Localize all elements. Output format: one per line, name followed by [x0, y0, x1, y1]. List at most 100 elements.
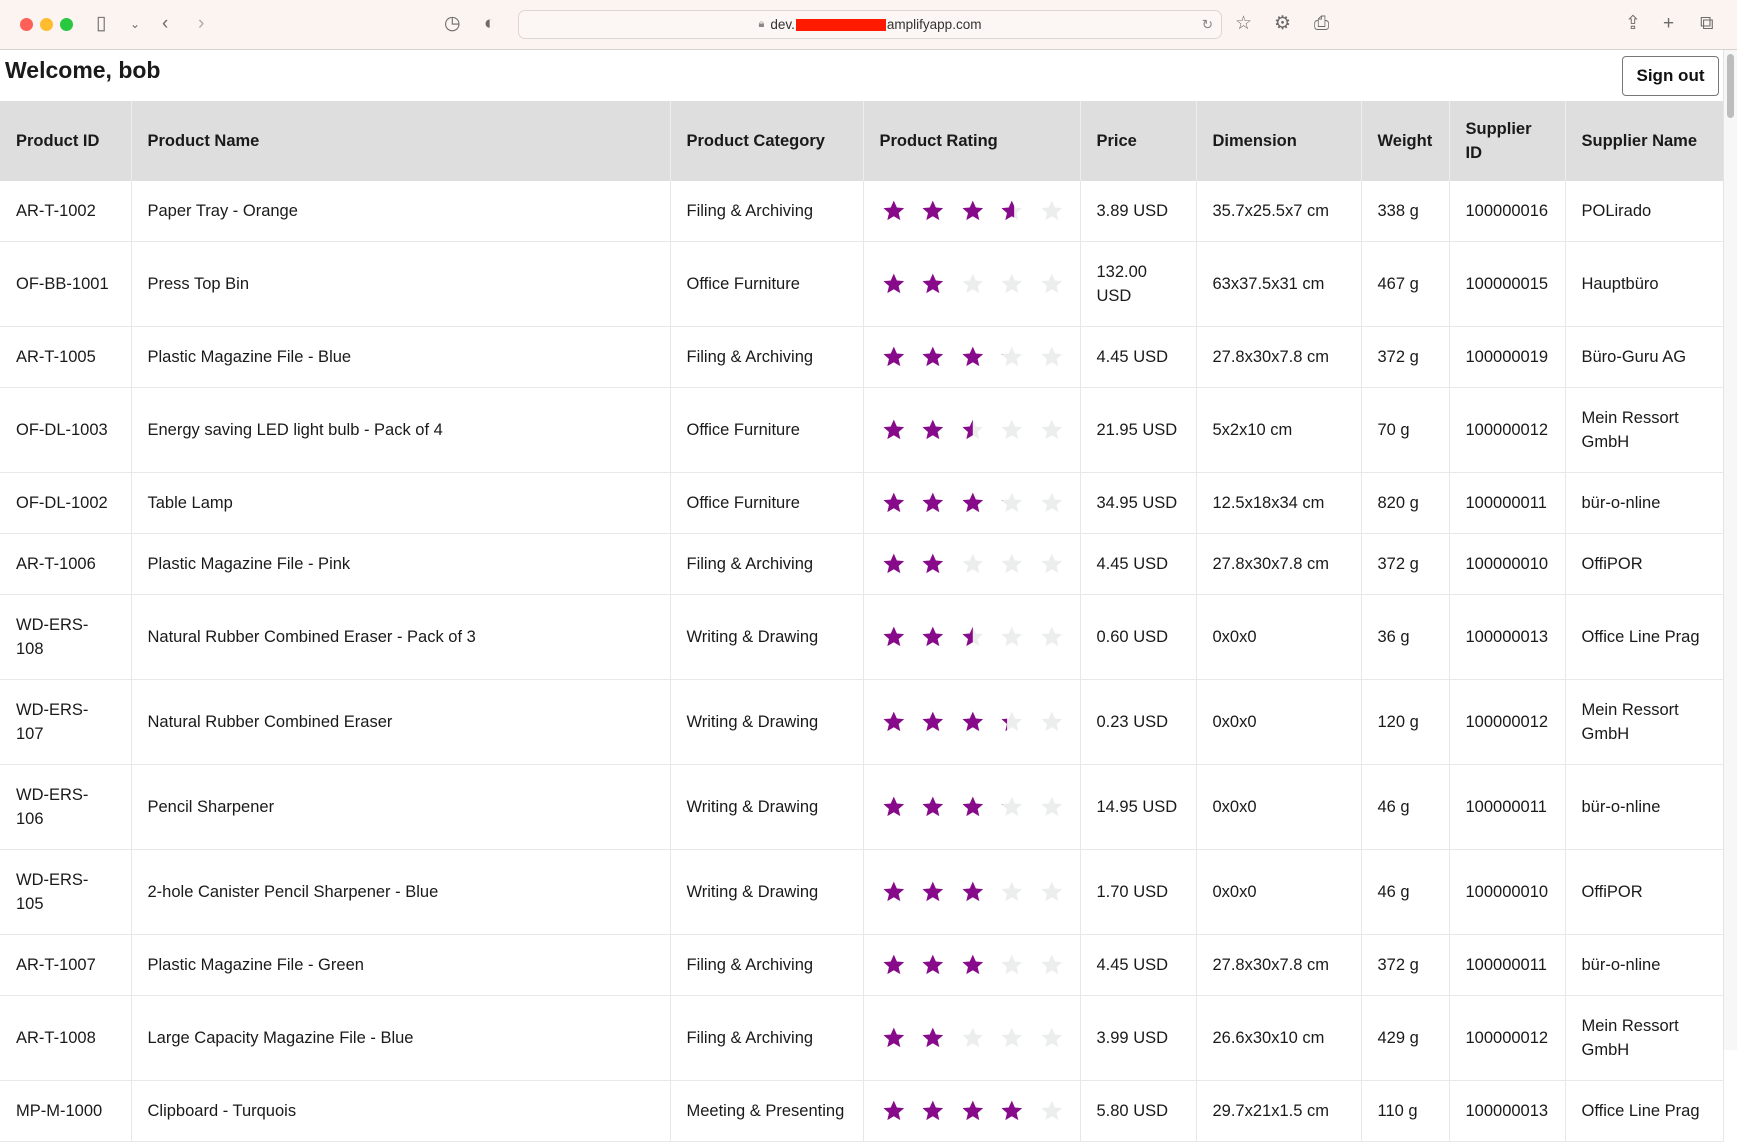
- table-row[interactable]: OF-DL-1002 Table Lamp Office Furniture 34.9…: [0, 472, 1724, 534]
- star-icon: [922, 273, 944, 294]
- table-row[interactable]: MP-M-1000 Clipboard - Turquois Meeting & P…: [0, 1080, 1724, 1142]
- table-row[interactable]: WD-ERS-107 Natural Rubber Combined Eraser…: [0, 679, 1724, 765]
- star-icon: [882, 1027, 904, 1048]
- column-header[interactable]: Product Name: [131, 101, 671, 181]
- cell-category: Filing & Archiving: [670, 181, 864, 242]
- cell-dimension: 5x2x10 cm: [1196, 387, 1362, 473]
- print-icon[interactable]: ⎙: [1314, 12, 1329, 36]
- cell-supplier: Office Line Prag: [1565, 594, 1724, 680]
- star-icon: [1001, 626, 1023, 647]
- new-tab-icon[interactable]: +: [1663, 12, 1674, 36]
- cell-supplier: bür-o-nline: [1565, 764, 1724, 850]
- bookmark-star-icon[interactable]: ☆: [1235, 12, 1252, 36]
- gear-icon[interactable]: ⚙: [1274, 12, 1291, 36]
- star-icon: [1041, 273, 1062, 294]
- cell-category: Office Furniture: [670, 472, 864, 534]
- close-window-button[interactable]: [20, 18, 33, 31]
- star-icon: [1001, 881, 1023, 902]
- star-icon: [962, 200, 983, 221]
- star-icon: [962, 419, 983, 440]
- tabs-overview-icon[interactable]: ⧉: [1700, 12, 1714, 36]
- forward-icon[interactable]: ›: [198, 12, 204, 36]
- reload-icon[interactable]: ↻: [1202, 17, 1213, 33]
- cell-supplier-id: 100000012: [1449, 679, 1566, 765]
- cell-category: Filing & Archiving: [670, 995, 864, 1081]
- star-icon: [882, 881, 904, 902]
- star-icon: [1041, 419, 1062, 440]
- table-row[interactable]: AR-T-1002 Paper Tray - Orange Filing & Arc…: [0, 181, 1724, 242]
- star-icon: [882, 419, 904, 440]
- star-icon: [962, 881, 983, 902]
- chevron-down-icon[interactable]: ⌄: [130, 12, 140, 36]
- cell-dimension: 12.5x18x34 cm: [1196, 472, 1362, 534]
- column-header[interactable]: Product Rating: [863, 101, 1081, 181]
- redacted-block: [795, 18, 886, 31]
- star-icon: [1041, 1027, 1062, 1048]
- table-row[interactable]: AR-T-1005 Plastic Magazine File - Blue Fil…: [0, 326, 1724, 388]
- shield-icon[interactable]: ◐: [484, 12, 495, 36]
- cell-dimension: 27.8x30x7.8 cm: [1196, 326, 1362, 388]
- cell-price: 5.80 USD: [1080, 1080, 1197, 1142]
- minimize-window-button[interactable]: [40, 18, 53, 31]
- column-header[interactable]: Supplier ID: [1449, 101, 1566, 181]
- products-table: Product ID Product Name Product Category Pr…: [0, 101, 1724, 1142]
- cell-category: Writing & Drawing: [670, 594, 864, 680]
- star-icon: [962, 346, 983, 367]
- star-icon: [1041, 881, 1062, 902]
- star-icon: [962, 492, 983, 513]
- cell-supplier-id: 100000016: [1449, 181, 1566, 242]
- sidebar-icon[interactable]: ▯: [96, 12, 106, 36]
- cell-name: 2-hole Canister Pencil Sharpener - Blue: [131, 849, 671, 935]
- star-icon: [882, 553, 904, 574]
- maximize-window-button[interactable]: [60, 18, 73, 31]
- star-rating: [880, 880, 1064, 904]
- table-row[interactable]: WD-ERS-105 2-hole Canister Pencil Sharpen…: [0, 849, 1724, 935]
- cell-name: Clipboard - Turquois: [131, 1080, 671, 1142]
- column-header[interactable]: Supplier Name: [1565, 101, 1724, 181]
- column-header[interactable]: Product Category: [670, 101, 864, 181]
- cell-id: WD-ERS-108: [0, 594, 132, 680]
- table-row[interactable]: WD-ERS-106 Pencil Sharpener Writing & Draw…: [0, 764, 1724, 850]
- column-header[interactable]: Weight: [1361, 101, 1450, 181]
- star-icon: [1041, 553, 1062, 574]
- cell-weight: 70 g: [1361, 387, 1450, 473]
- back-icon[interactable]: ‹: [162, 12, 168, 36]
- cell-name: Natural Rubber Combined Eraser - Pack of…: [131, 594, 671, 680]
- scrollbar[interactable]: [1723, 50, 1737, 1050]
- cell-supplier-id: 100000011: [1449, 934, 1566, 996]
- table-row[interactable]: AR-T-1008 Large Capacity Magazine File - …: [0, 995, 1724, 1081]
- scrollbar-thumb[interactable]: [1727, 54, 1734, 118]
- lock-icon: 🔒︎: [758, 18, 765, 30]
- star-icon: [1041, 711, 1062, 732]
- cell-supplier-id: 100000013: [1449, 1080, 1566, 1142]
- cell-price: 132.00 USD: [1080, 241, 1197, 327]
- table-row[interactable]: OF-BB-1001 Press Top Bin Office Furniture 1…: [0, 241, 1724, 327]
- history-icon[interactable]: ◷: [444, 12, 461, 36]
- star-icon: [962, 796, 983, 817]
- cell-price: 21.95 USD: [1080, 387, 1197, 473]
- share-icon[interactable]: ⇪: [1625, 12, 1641, 36]
- star-icon: [922, 346, 944, 367]
- cell-name: Plastic Magazine File - Pink: [131, 533, 671, 595]
- cell-weight: 120 g: [1361, 679, 1450, 765]
- star-icon: [1001, 1100, 1023, 1121]
- cell-id: WD-ERS-106: [0, 764, 132, 850]
- table-row[interactable]: OF-DL-1003 Energy saving LED light bulb -…: [0, 387, 1724, 473]
- address-bar[interactable]: 🔒︎ dev. amplifyapp.com ↻: [518, 10, 1222, 39]
- cell-category: Writing & Drawing: [670, 679, 864, 765]
- column-header[interactable]: Dimension: [1196, 101, 1362, 181]
- table-row[interactable]: AR-T-1006 Plastic Magazine File - Pink Fil…: [0, 533, 1724, 595]
- star-rating: [880, 1099, 1064, 1123]
- star-icon: [882, 626, 904, 647]
- column-header[interactable]: Product ID: [0, 101, 132, 181]
- table-row[interactable]: WD-ERS-108 Natural Rubber Combined Eraser…: [0, 594, 1724, 680]
- cell-weight: 372 g: [1361, 533, 1450, 595]
- column-header[interactable]: Price: [1080, 101, 1197, 181]
- sign-out-button[interactable]: Sign out: [1622, 56, 1719, 96]
- star-icon: [882, 273, 904, 294]
- table-row[interactable]: AR-T-1007 Plastic Magazine File - Green Fi…: [0, 934, 1724, 996]
- cell-supplier: Büro-Guru AG: [1565, 326, 1724, 388]
- cell-weight: 372 g: [1361, 934, 1450, 996]
- star-rating: [880, 552, 1064, 576]
- cell-name: Energy saving LED light bulb - Pack of 4: [131, 387, 671, 473]
